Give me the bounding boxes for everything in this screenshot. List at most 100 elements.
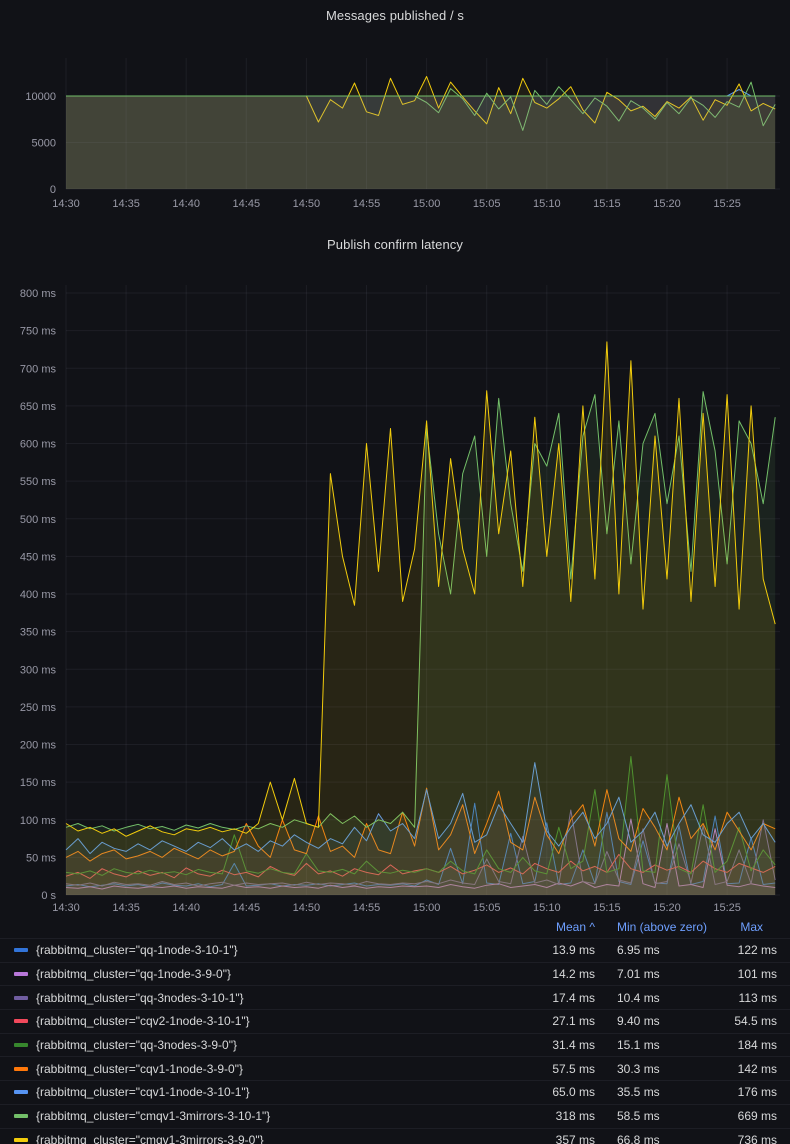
x-tick-label: 14:30 [52,902,80,914]
mean-value: 318 ms [535,1109,595,1123]
y-tick-label: 250 ms [20,702,57,714]
x-tick-label: 15:05 [473,198,501,210]
series-color-swatch[interactable] [14,948,28,952]
min-value: 30.3 ms [595,1062,715,1076]
x-tick-label: 14:55 [353,902,381,914]
legend-row[interactable]: {rabbitmq_cluster="cqv2-1node-3-10-1"}27… [0,1009,790,1033]
legend-header-min[interactable]: Min (above zero) [595,920,715,934]
y-tick-label: 700 ms [20,363,57,375]
x-tick-label: 14:45 [233,902,261,914]
series-color-swatch[interactable] [14,1067,28,1071]
x-tick-label: 14:40 [172,902,200,914]
y-tick-label: 50 ms [26,852,56,864]
series-name[interactable]: {rabbitmq_cluster="cqv2-1node-3-10-1"} [36,1014,535,1028]
y-tick-label: 450 ms [20,551,57,563]
y-tick-label: 0 [50,184,56,196]
x-tick-label: 14:35 [112,198,140,210]
y-tick-label: 10000 [25,91,56,103]
x-tick-label: 14:35 [112,902,140,914]
series-color-swatch[interactable] [14,1043,28,1047]
publish-confirm-latency-chart: 0 s50 ms100 ms150 ms200 ms250 ms300 ms35… [0,225,790,916]
series-color-swatch[interactable] [14,996,28,1000]
legend-row[interactable]: {rabbitmq_cluster="cqv1-1node-3-10-1"}65… [0,1080,790,1104]
legend-rows: {rabbitmq_cluster="qq-1node-3-10-1"}13.9… [0,938,790,1144]
series-name[interactable]: {rabbitmq_cluster="qq-1node-3-10-1"} [36,943,535,957]
legend-row[interactable]: {rabbitmq_cluster="cmqv1-3mirrors-3-9-0"… [0,1128,790,1144]
series-name[interactable]: {rabbitmq_cluster="cqv1-1node-3-9-0"} [36,1062,535,1076]
y-tick-label: 350 ms [20,627,57,639]
legend-header-mean[interactable]: Mean ^ [535,920,595,934]
mean-value: 31.4 ms [535,1038,595,1052]
min-value: 58.5 ms [595,1109,715,1123]
y-tick-label: 0 s [41,890,56,902]
max-value: 736 ms [715,1133,777,1144]
series-name[interactable]: {rabbitmq_cluster="qq-1node-3-9-0"} [36,967,535,981]
messages-published-chart: 050001000014:3014:3514:4014:4514:5014:55… [0,0,790,225]
legend-header-max[interactable]: Max [715,920,777,934]
x-tick-label: 15:20 [653,198,681,210]
x-tick-label: 15:25 [713,902,741,914]
max-value: 184 ms [715,1038,777,1052]
y-tick-label: 400 ms [20,589,57,601]
min-value: 10.4 ms [595,991,715,1005]
y-tick-label: 650 ms [20,401,57,413]
x-tick-label: 14:45 [233,198,261,210]
x-tick-label: 14:50 [293,198,321,210]
series-name[interactable]: {rabbitmq_cluster="qq-3nodes-3-9-0"} [36,1038,535,1052]
min-value: 35.5 ms [595,1085,715,1099]
legend-row[interactable]: {rabbitmq_cluster="cmqv1-3mirrors-3-10-1… [0,1104,790,1128]
legend-header-row: Mean ^ Min (above zero) Max [0,916,790,938]
max-value: 101 ms [715,967,777,981]
mean-value: 57.5 ms [535,1062,595,1076]
legend-row[interactable]: {rabbitmq_cluster="qq-3nodes-3-10-1"}17.… [0,985,790,1009]
mean-value: 65.0 ms [535,1085,595,1099]
max-value: 113 ms [715,991,777,1005]
series-color-swatch[interactable] [14,1138,28,1142]
x-tick-label: 15:10 [533,198,561,210]
x-tick-label: 15:00 [413,902,441,914]
min-value: 6.95 ms [595,943,715,957]
series-name[interactable]: {rabbitmq_cluster="cmqv1-3mirrors-3-10-1… [36,1109,535,1123]
y-tick-label: 200 ms [20,740,57,752]
x-tick-label: 15:20 [653,902,681,914]
series-fill [66,342,775,895]
legend-row[interactable]: {rabbitmq_cluster="cqv1-1node-3-9-0"}57.… [0,1056,790,1080]
x-tick-label: 14:55 [353,198,381,210]
series-name[interactable]: {rabbitmq_cluster="cmqv1-3mirrors-3-9-0"… [36,1133,535,1144]
legend-row[interactable]: {rabbitmq_cluster="qq-1node-3-9-0"}14.2 … [0,962,790,986]
y-tick-label: 600 ms [20,439,57,451]
min-value: 15.1 ms [595,1038,715,1052]
legend-table: Mean ^ Min (above zero) Max {rabbitmq_cl… [0,916,790,1144]
y-tick-label: 750 ms [20,326,57,338]
legend-row[interactable]: {rabbitmq_cluster="qq-1node-3-10-1"}13.9… [0,938,790,962]
x-tick-label: 15:05 [473,902,501,914]
mean-value: 17.4 ms [535,991,595,1005]
series-name[interactable]: {rabbitmq_cluster="cqv1-1node-3-10-1"} [36,1085,535,1099]
y-tick-label: 500 ms [20,514,57,526]
min-value: 7.01 ms [595,967,715,981]
series-color-swatch[interactable] [14,1019,28,1023]
x-tick-label: 14:40 [172,198,200,210]
x-tick-label: 15:00 [413,198,441,210]
max-value: 142 ms [715,1062,777,1076]
legend-row[interactable]: {rabbitmq_cluster="qq-3nodes-3-9-0"}31.4… [0,1033,790,1057]
x-tick-label: 15:15 [593,902,621,914]
x-tick-label: 14:30 [52,198,80,210]
max-value: 54.5 ms [715,1014,777,1028]
x-tick-label: 15:15 [593,198,621,210]
x-tick-label: 15:10 [533,902,561,914]
dashboard: Messages published / s 050001000014:3014… [0,0,790,1144]
series-color-swatch[interactable] [14,972,28,976]
y-tick-label: 300 ms [20,664,57,676]
min-value: 66.8 ms [595,1133,715,1144]
mean-value: 357 ms [535,1133,595,1144]
mean-value: 13.9 ms [535,943,595,957]
series-color-swatch[interactable] [14,1114,28,1118]
series-color-swatch[interactable] [14,1090,28,1094]
y-tick-label: 800 ms [20,288,57,300]
series-name[interactable]: {rabbitmq_cluster="qq-3nodes-3-10-1"} [36,991,535,1005]
y-tick-label: 550 ms [20,476,57,488]
mean-value: 14.2 ms [535,967,595,981]
mean-value: 27.1 ms [535,1014,595,1028]
y-tick-label: 150 ms [20,777,57,789]
